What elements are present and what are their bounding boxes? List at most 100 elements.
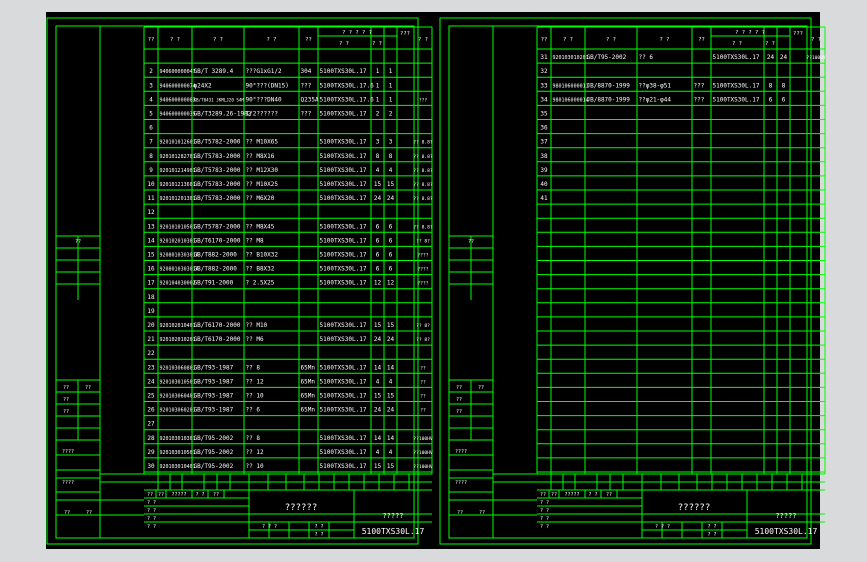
cell-note: ?? xyxy=(420,394,426,400)
company-name: ????? xyxy=(382,512,403,520)
cell-code: 940600000074 xyxy=(160,83,196,89)
cell-code: 920101214901 xyxy=(160,168,196,174)
table-row[interactable]: 12 xyxy=(147,209,155,216)
cell-note: ???? xyxy=(417,281,428,287)
table-row[interactable]: 37 xyxy=(540,139,548,146)
table-row[interactable]: 36 xyxy=(540,125,548,132)
cell-q1: 4 xyxy=(376,167,380,174)
table-row[interactable]: 2 940600000047GB/T 3289.4 ???G1xG1/2 304 510… xyxy=(149,68,393,75)
left-sheet: ????????????????????????? ?? ?? ???? ? ?… xyxy=(46,17,433,545)
title-block: ?????????? ???? ?? ?? ?? ???????? ? ?? ?… xyxy=(493,473,825,538)
table-row[interactable]: 14 920102010301GB/T6170-2000 ?? M8 5100TXS3… xyxy=(147,237,430,244)
cell-name: ?? 6 xyxy=(246,407,261,414)
cell-code: 920103060801 xyxy=(160,365,196,371)
table-row[interactable]: 6 xyxy=(149,125,153,132)
margin-label: ?? xyxy=(479,510,485,516)
title-scale: ? ? ? xyxy=(262,524,277,530)
cell-n: 4 xyxy=(149,96,153,103)
cell-n: 35 xyxy=(540,111,548,118)
table-row[interactable]: 41 xyxy=(540,195,548,202)
table-row[interactable]: 28 920103010301GB/T95-2002 ?? 8 5100TXS30L.… xyxy=(147,435,433,442)
table-row[interactable]: 34 980106000014JB/8870-1999 ??φ21-φ44??? 51… xyxy=(540,96,785,103)
cell-mat: 65Mn xyxy=(301,407,316,414)
cell-std: GB/T91-2000 xyxy=(194,280,234,287)
cell-q1: 8 xyxy=(376,153,380,160)
cell-q2: 1 xyxy=(389,82,393,89)
cell-code: 920103060401 xyxy=(160,394,196,400)
cell-q2: 15 xyxy=(387,322,395,329)
cell-model: 5100TXS30L.17 xyxy=(320,393,367,400)
title-role: ? ? xyxy=(147,500,156,506)
cell-std: GB/T3289.26-1982 xyxy=(194,111,252,118)
table-row[interactable]: 21 920102010201GB/T6170-2000 ?? M6 5100TXS3… xyxy=(147,336,430,343)
cell-model: 5100TXS30L.17 xyxy=(320,364,367,371)
cell-q1: 15 xyxy=(374,463,382,470)
cell-name: ?? M6 xyxy=(246,336,264,343)
table-row[interactable]: 16 920801030301AGB/T882-2000?? B8X32 5100T… xyxy=(147,266,428,273)
cell-model: 5100TXS30L.17 xyxy=(320,266,367,273)
table-row[interactable]: 30 920103010401GB/T95-2002 ?? 10 5100TXS30L… xyxy=(147,463,433,470)
table-row[interactable]: 38 xyxy=(540,153,548,160)
table-row[interactable]: 39 xyxy=(540,167,548,174)
table-row[interactable]: 8 920101282701GB/T5783-2000 ?? M8X16 5100TX… xyxy=(149,153,433,160)
cell-model: 5100TXS30L.17 xyxy=(320,139,367,146)
table-row[interactable]: 11 920101201301GB/T5783-2000 ?? M6X20 5100T… xyxy=(147,195,433,202)
margin-label: ???? xyxy=(62,449,74,455)
table-row[interactable]: 35 xyxy=(540,111,548,118)
table-row[interactable]: 3 940600000074φ24X2 90°???(DN15)??? 5100TXS… xyxy=(149,82,393,89)
cell-q2: 6 xyxy=(782,96,786,103)
table-row[interactable]: 7 920101012601GB/T5782-2000 ?? M10X65 5100T… xyxy=(149,139,433,146)
cell-n: 11 xyxy=(147,195,155,202)
cell-mat: 65Mn xyxy=(301,378,316,385)
cell-name: ?? 8 xyxy=(246,435,261,442)
cell-std: GB/T93-1987 xyxy=(194,393,234,400)
table-row[interactable]: 15 920801030301AGB/T882-2000?? B10X32 5100… xyxy=(147,252,428,259)
cell-code: 920103010201 xyxy=(553,55,589,61)
table-row[interactable]: 10 920101213601GB/T5783-2000 ?? M10X25 5100… xyxy=(147,181,433,188)
cell-model: 5100TXS30L.17 xyxy=(320,378,367,385)
table-row[interactable]: 4 940600000083KB/T0431 JKMLJ20 S4M 90°???D… xyxy=(149,96,427,103)
table-row[interactable]: 33 980106000011JB/8870-1999 ??φ38-φ51??? 51… xyxy=(540,82,785,89)
table-row[interactable]: 18 xyxy=(147,294,155,301)
cell-code: 920103010401 xyxy=(160,464,196,470)
cell-model: 5100TXS30L.17.6 xyxy=(320,82,375,89)
table-row[interactable]: 13 920101010501GB/T5787-2000 ?? M8X45 5100T… xyxy=(147,223,433,230)
cell-n: 38 xyxy=(540,153,548,160)
table-row[interactable]: 5 940600000035GB/T3289.26-19821/2????????… xyxy=(149,111,393,118)
cell-name: ??φ21-φ44 xyxy=(639,96,672,103)
table-row[interactable]: 19 xyxy=(147,308,155,315)
cell-name: ??φ38-φ51 xyxy=(639,82,672,89)
cell-q2: 15 xyxy=(387,181,395,188)
table-row[interactable]: 22 xyxy=(147,350,155,357)
table-row[interactable]: 27 xyxy=(147,421,155,428)
cell-q2: 12 xyxy=(387,280,395,287)
cell-n: 22 xyxy=(147,350,155,357)
cell-n: 26 xyxy=(147,407,155,414)
cell-q2: 4 xyxy=(389,449,393,456)
cell-note: ??? xyxy=(419,97,428,103)
table-row[interactable]: 17 920104030002GB/T91-2000 ? 2.5X25 5100TXS… xyxy=(147,280,428,287)
table-row[interactable]: 9 920101214901GB/T5783-2000 ?? M12X30 5100T… xyxy=(149,167,433,174)
cell-note: ?? 8.8? xyxy=(413,154,433,160)
cell-name: ?? 6 xyxy=(639,54,654,61)
cell-q1: 24 xyxy=(374,336,382,343)
cell-n: 10 xyxy=(147,181,155,188)
cell-code: 920103060201 xyxy=(160,408,196,414)
cell-n: 36 xyxy=(540,125,548,132)
table-row[interactable]: 32 xyxy=(540,68,548,75)
table-row[interactable]: 29 920103010501GB/T95-2002 ?? 12 5100TXS30L… xyxy=(147,449,433,456)
cell-n: 31 xyxy=(540,54,548,61)
cell-model: 5100TXS30L.17 xyxy=(320,68,367,75)
cell-q2: 15 xyxy=(387,393,395,400)
table-row[interactable]: 31 920103010201GB/T95-2002 ?? 6 5100TXS30L.… xyxy=(540,54,826,61)
cell-n: 17 xyxy=(147,280,155,287)
title-block: ?????????? ???? ?? ?? ?? ???????? ? ?? ?… xyxy=(100,473,432,538)
title-scale: ? ? xyxy=(314,524,323,530)
cell-n: 28 xyxy=(147,435,155,442)
cell-name: ?? 12 xyxy=(246,449,264,456)
table-row[interactable]: 40 xyxy=(540,181,548,188)
table-row[interactable]: 20 920102010401GB/T6170-2000 ?? M10 5100TXS… xyxy=(147,322,430,329)
cell-name: ?? M12X30 xyxy=(246,167,279,174)
cell-n: 20 xyxy=(147,322,155,329)
cell-q2: 1 xyxy=(389,96,393,103)
